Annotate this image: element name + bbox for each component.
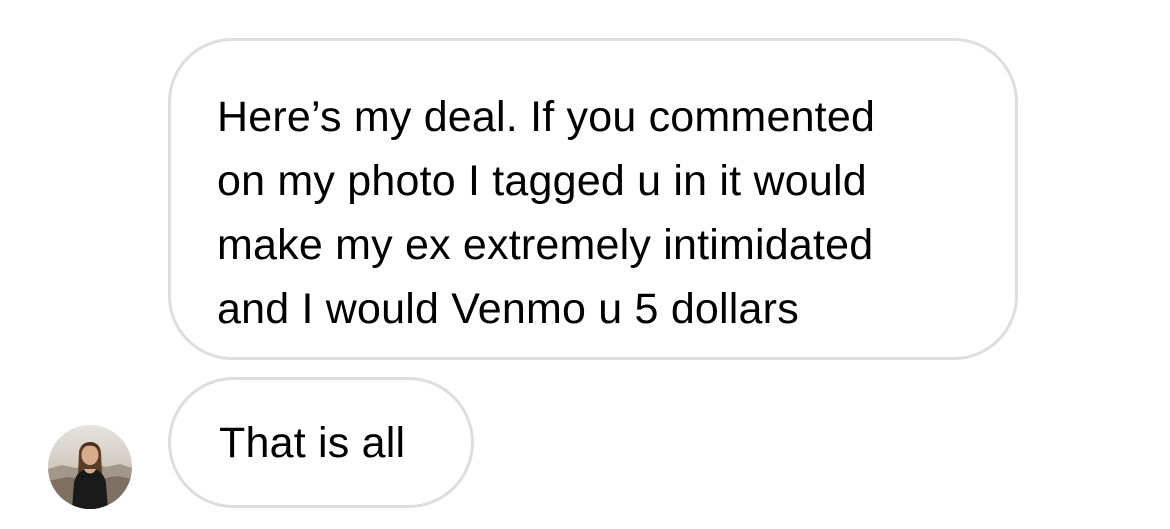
avatar[interactable]	[48, 425, 132, 509]
person-photo-icon	[48, 425, 132, 509]
message-text-line: Here’s my deal. If you commented	[217, 93, 876, 141]
message-bubble[interactable]: Here’s my deal. If you commented on my p…	[168, 38, 1018, 360]
message-thread: Here’s my deal. If you commented on my p…	[0, 0, 1170, 529]
message-text-line: and I would Venmo u 5 dollars	[217, 285, 799, 333]
message-bubble[interactable]: That is all	[168, 377, 474, 508]
message-text-line: make my ex extremely intimidated	[217, 221, 874, 269]
message-text-line: on my photo I tagged u in it would	[217, 157, 867, 205]
message-text: That is all	[219, 419, 406, 467]
